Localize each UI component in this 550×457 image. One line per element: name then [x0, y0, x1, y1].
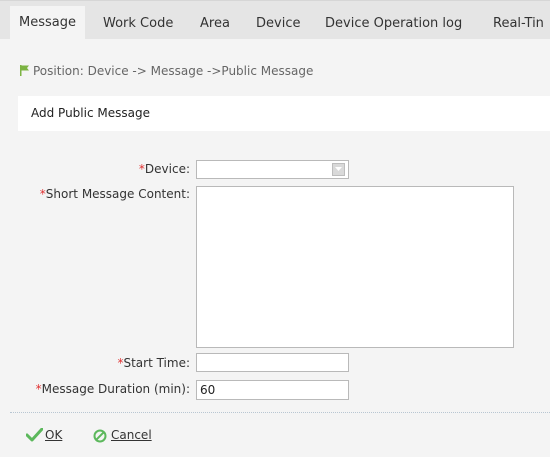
ok-button[interactable]: OK — [26, 428, 62, 442]
panel-header: Add Public Message — [18, 96, 550, 131]
tab-bar: Message Work Code Area Device Device Ope… — [0, 0, 550, 39]
duration-label: *Message Duration (min): — [35, 382, 190, 396]
start-time-input[interactable] — [196, 353, 349, 372]
chevron-down-icon[interactable] — [332, 163, 345, 176]
cancel-button[interactable]: Cancel — [93, 428, 152, 443]
tab-device[interactable]: Device — [256, 9, 300, 39]
start-time-label: *Start Time: — [117, 356, 190, 370]
cancel-icon — [93, 429, 107, 443]
device-select[interactable] — [196, 160, 349, 179]
check-icon — [26, 428, 43, 442]
content-label: *Short Message Content: — [39, 187, 190, 201]
tab-area[interactable]: Area — [200, 9, 230, 39]
message-content-textarea[interactable] — [196, 186, 514, 348]
breadcrumb-text: Position: Device -> Message ->Public Mes… — [33, 64, 314, 78]
divider — [10, 412, 550, 413]
device-label: *Device: — [138, 162, 190, 176]
tab-message[interactable]: Message — [10, 6, 85, 39]
tab-device-operation-log[interactable]: Device Operation log — [325, 9, 462, 39]
tab-work-code[interactable]: Work Code — [103, 9, 173, 39]
duration-input[interactable] — [196, 380, 349, 400]
breadcrumb: Position: Device -> Message ->Public Mes… — [20, 64, 313, 79]
tab-real-time[interactable]: Real-Tin — [493, 9, 544, 39]
flag-icon — [20, 65, 29, 79]
panel-title: Add Public Message — [31, 106, 150, 120]
